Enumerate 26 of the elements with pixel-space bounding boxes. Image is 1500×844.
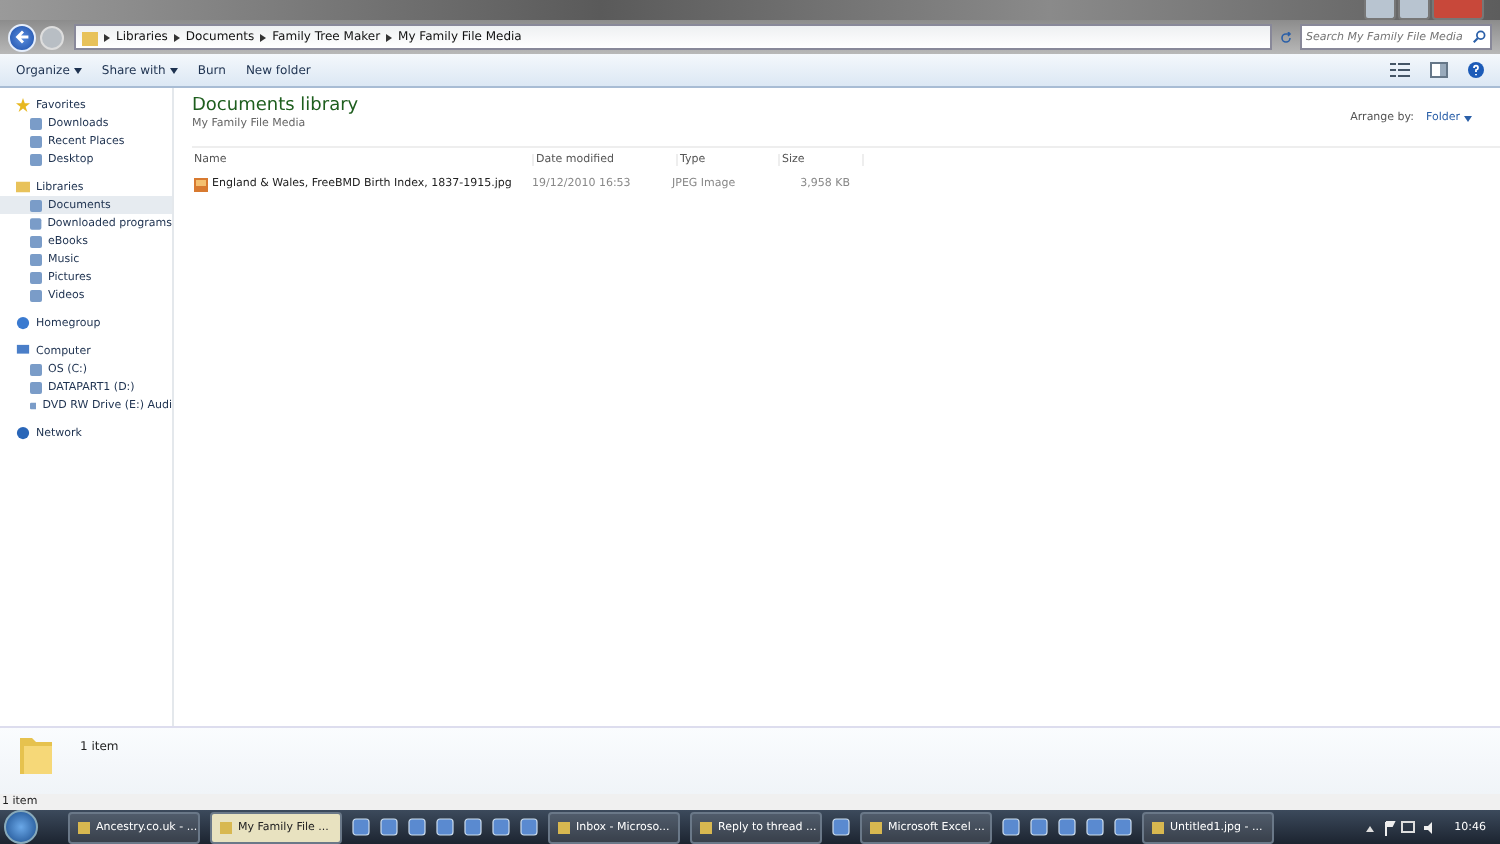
refresh-icon — [1280, 31, 1292, 43]
caret-icon — [73, 67, 82, 73]
back-button[interactable] — [8, 23, 36, 51]
minimize-button[interactable] — [1364, 0, 1396, 20]
library-title: Documents library — [192, 96, 359, 116]
chevron-icon — [104, 33, 110, 41]
search-icon — [1472, 30, 1486, 44]
help-icon[interactable] — [1468, 62, 1484, 78]
chevron-icon — [386, 33, 393, 41]
image-file-icon — [194, 177, 208, 191]
caret-icon — [169, 67, 178, 73]
chevron-icon — [173, 33, 180, 41]
tray-icons-drawing[interactable] — [1364, 819, 1437, 835]
arrow-left-icon — [13, 28, 31, 46]
chevron-icon — [260, 33, 267, 41]
view-options-icon[interactable] — [1390, 62, 1410, 78]
nav-icon — [16, 98, 30, 112]
maximize-button[interactable] — [1398, 0, 1430, 20]
start-button[interactable] — [4, 810, 38, 844]
preview-pane-icon[interactable] — [1430, 62, 1448, 78]
folder-icon — [82, 29, 98, 45]
caret-icon — [1464, 115, 1472, 121]
nav-icon — [16, 426, 30, 440]
refresh-button[interactable] — [1276, 31, 1296, 43]
app-icon[interactable] — [832, 818, 850, 836]
folder-icon — [20, 734, 52, 774]
